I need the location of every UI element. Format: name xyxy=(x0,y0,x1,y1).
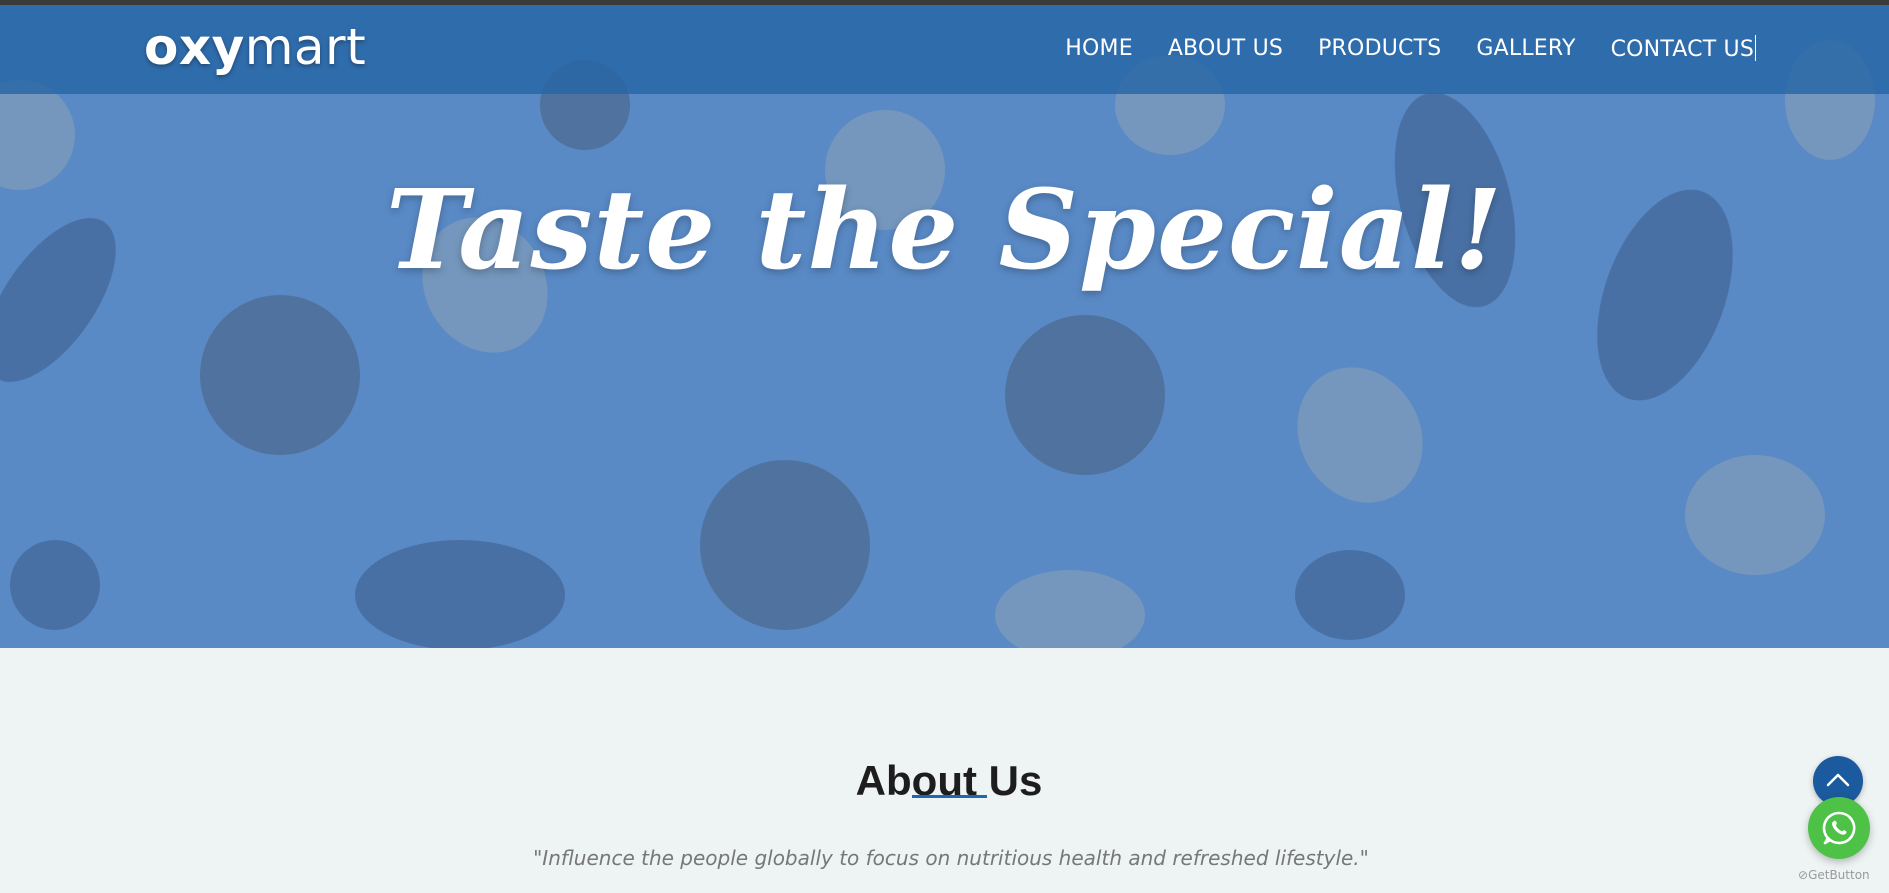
text-cursor xyxy=(1755,35,1756,61)
nav-about-us[interactable]: ABOUT US xyxy=(1168,35,1283,64)
about-quote: "Influence the people globally to focus … xyxy=(533,846,1369,870)
getbutton-label: GetButton xyxy=(1808,868,1870,882)
about-title-underline xyxy=(912,795,987,798)
hero-headline: Taste the Special! xyxy=(385,165,1504,294)
navbar: oxymart HOME ABOUT US PRODUCTS GALLERY C… xyxy=(0,5,1889,94)
about-title: About Us xyxy=(855,756,1043,804)
whatsapp-button[interactable] xyxy=(1808,797,1870,859)
nav-home[interactable]: HOME xyxy=(1065,35,1133,64)
nav-contact-us[interactable]: CONTACT US xyxy=(1611,35,1756,64)
site-logo[interactable]: oxymart xyxy=(144,19,366,75)
getbutton-credit[interactable]: ⊘GetButton xyxy=(1798,866,1870,884)
nav-products[interactable]: PRODUCTS xyxy=(1318,35,1441,64)
nav-contact-us-label: CONTACT US xyxy=(1610,37,1754,62)
hero-banner: Taste the Special! xyxy=(0,5,1889,648)
getbutton-logo-icon: ⊘ xyxy=(1798,868,1809,882)
main-nav: HOME ABOUT US PRODUCTS GALLERY CONTACT U… xyxy=(1065,35,1756,64)
whatsapp-icon xyxy=(1822,811,1856,845)
chevron-up-icon xyxy=(1826,773,1850,787)
nav-gallery[interactable]: GALLERY xyxy=(1476,35,1575,64)
logo-bold-part: oxy xyxy=(144,18,245,76)
nuts-background-image xyxy=(0,5,1889,648)
logo-light-part: mart xyxy=(244,18,367,76)
